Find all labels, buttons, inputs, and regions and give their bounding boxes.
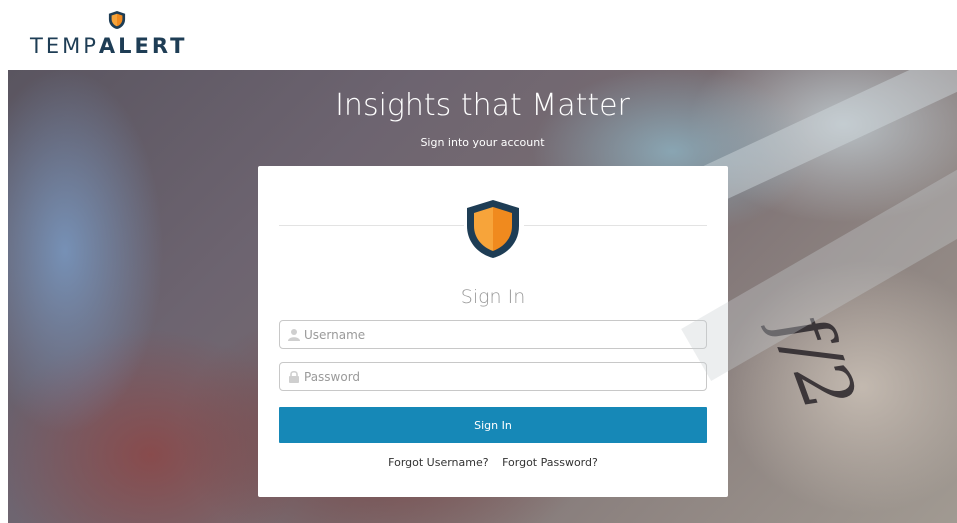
- divider-left: [279, 225, 464, 226]
- tempalert-logo[interactable]: TEMPALERT: [30, 6, 210, 62]
- hero-background: f/2 Insights that Matter Sign into your …: [8, 70, 957, 523]
- background-scribble: f/2: [760, 302, 873, 422]
- user-icon: [288, 329, 300, 341]
- forgot-username-link[interactable]: Forgot Username?: [388, 456, 488, 469]
- shield-icon: [467, 200, 519, 258]
- hero-title: Insights that Matter: [335, 88, 630, 123]
- password-input[interactable]: [304, 363, 699, 390]
- signin-button[interactable]: Sign In: [279, 407, 707, 443]
- page-header: TEMPALERT: [0, 0, 957, 70]
- signin-title: Sign In: [460, 286, 526, 308]
- logo-text-light: TEMP: [30, 34, 99, 58]
- forgot-password-link[interactable]: Forgot Password?: [502, 456, 598, 469]
- username-input[interactable]: [304, 321, 699, 348]
- divider-right: [524, 225, 707, 226]
- lock-icon: [289, 370, 299, 383]
- hero-subtitle: Sign into your account: [420, 136, 545, 149]
- password-field[interactable]: [279, 362, 707, 391]
- shield-icon: [108, 11, 126, 29]
- recovery-links: Forgot Username? Forgot Password?: [258, 456, 728, 469]
- logo-wordmark: TEMPALERT: [30, 34, 187, 58]
- signin-card: Sign In Sign In Forgot Username? Forgot …: [258, 166, 728, 497]
- username-field[interactable]: [279, 320, 707, 349]
- logo-text-bold: ALERT: [98, 34, 188, 58]
